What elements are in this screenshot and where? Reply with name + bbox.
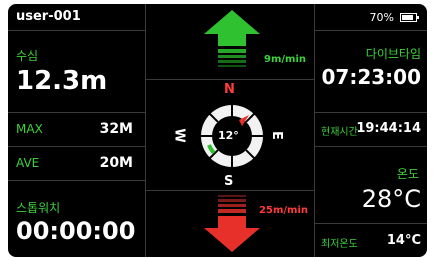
max-row: MAX 32M	[8, 112, 145, 146]
min-temp-label: 최저온도	[321, 239, 358, 250]
depth-block: 수심 12.3m	[8, 30, 145, 112]
min-temp-row: 최저온도 14°C	[315, 223, 427, 257]
min-temp-value: 14°C	[386, 233, 421, 248]
dive-computer-screen: user-001 수심 12.3m MAX 32M AVE 20M 스톱워치 0…	[8, 4, 427, 257]
descent-arrow-icon	[204, 195, 260, 252]
compass-east-label: E	[268, 131, 284, 140]
dive-time-value: 07:23:00	[321, 65, 422, 89]
dive-time-block: 다이브타임 07:23:00	[315, 30, 427, 112]
current-time-value: 19:44:14	[356, 121, 421, 136]
stopwatch-label: 스톱워치	[16, 201, 61, 215]
current-time-label: 현재시간	[321, 127, 358, 138]
user-id: user-001	[16, 9, 81, 24]
center-panel: 9m/min N S W E 12° 25m/min	[145, 4, 315, 257]
dive-time-label: 다이브타임	[365, 47, 421, 61]
battery-percent: 70%	[369, 11, 394, 24]
max-value: 32M	[99, 121, 133, 137]
battery-icon	[400, 13, 419, 22]
compass-west-label: W	[171, 128, 187, 143]
ascent-block: 9m/min	[146, 4, 314, 79]
temperature-block: 온도 28°C	[315, 146, 427, 223]
ave-value: 20M	[99, 155, 133, 171]
max-label: MAX	[16, 122, 43, 136]
stopwatch-value: 00:00:00	[16, 217, 136, 245]
descent-block: 25m/min	[146, 191, 314, 257]
ascent-arrow-icon	[204, 10, 260, 67]
compass-block: N S W E 12°	[146, 79, 314, 191]
right-panel: 70% 다이브타임 07:23:00 현재시간 19:44:14 온도 28°C…	[315, 4, 427, 257]
compass-heading: 12°	[218, 129, 239, 142]
ave-label: AVE	[16, 156, 40, 170]
temperature-label: 온도	[396, 167, 419, 181]
depth-value: 12.3m	[16, 66, 108, 96]
ave-row: AVE 20M	[8, 146, 145, 180]
depth-label: 수심	[16, 49, 39, 63]
compass-south-label: S	[224, 174, 234, 189]
descent-rate: 25m/min	[259, 205, 308, 216]
stopwatch-block[interactable]: 스톱워치 00:00:00	[8, 180, 145, 257]
current-time-row: 현재시간 19:44:14	[315, 112, 427, 146]
compass-north-label: N	[224, 82, 235, 97]
temperature-value: 28°C	[361, 185, 421, 213]
ascent-rate: 9m/min	[264, 54, 306, 65]
status-bar: 70%	[315, 4, 427, 30]
left-panel: user-001 수심 12.3m MAX 32M AVE 20M 스톱워치 0…	[8, 4, 145, 257]
user-header: user-001	[8, 4, 145, 30]
